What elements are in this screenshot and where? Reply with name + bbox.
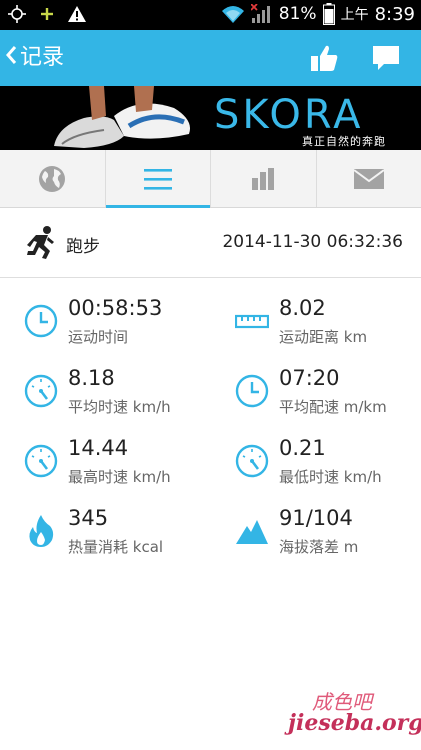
stat-max-speed: 14.44 最高时速 km/h [24,436,224,496]
activity-header: 跑步 2014-11-30 06:32:36 [0,208,421,278]
stat-value: 0.21 [279,436,326,460]
stat-calories: 345 热量消耗 kcal [24,506,224,566]
warning-icon [68,6,86,22]
stat-elevation: 91/104 海拔落差 m [235,506,421,566]
clock-icon [24,304,58,338]
ruler-icon [235,314,269,329]
tab-details[interactable] [104,150,211,208]
clock-time: 8:39 [374,3,415,25]
list-icon [143,168,172,190]
mountain-icon [236,520,268,544]
tab-map[interactable] [0,150,105,207]
globe-icon [39,165,66,192]
wifi-icon [221,6,244,23]
signal-icon [250,4,270,23]
battery-percent: 81% [278,4,317,24]
chevron-left-icon [6,46,17,64]
mail-icon [353,168,385,189]
thumbs-up-icon[interactable] [308,42,340,74]
flame-icon [29,515,54,547]
stat-value: 8.02 [279,296,326,320]
stat-min-speed: 0.21 最低时速 km/h [235,436,421,496]
stat-value: 00:58:53 [68,296,163,320]
bar-chart-icon [252,167,275,190]
stat-duration: 00:58:53 运动时间 [24,296,224,356]
title-bar: 记录 [0,30,421,86]
stat-value: 345 [68,506,109,530]
stat-label: 海拔落差 m [279,538,359,556]
stat-value: 8.18 [68,366,115,390]
stat-value: 14.44 [68,436,129,460]
stat-label: 热量消耗 kcal [68,538,164,556]
status-bar: 81% 上午 8:39 [0,0,421,30]
speedometer-icon [24,374,58,408]
tab-charts[interactable] [210,150,316,207]
runner-icon [27,226,54,259]
tab-bar [0,150,421,208]
stat-label: 运动距离 km [279,328,368,346]
stat-value: 07:20 [279,366,340,390]
activity-type: 跑步 [66,237,100,257]
brand-logo: SKORA [214,92,364,138]
speedometer-icon [24,444,58,478]
gps-icon [8,5,26,23]
stat-label: 最低时速 km/h [279,468,382,486]
clock-ampm: 上午 [340,7,369,23]
back-button[interactable]: 记录 [4,39,64,71]
tab-messages[interactable] [315,150,421,207]
plus-icon [41,8,53,20]
speedometer-icon [235,444,269,478]
ad-banner[interactable]: SKORA 真正自然的奔跑 [0,86,421,150]
clock-icon [235,374,269,408]
stat-label: 最高时速 km/h [68,468,171,486]
stat-avg-pace: 07:20 平均配速 m/km [235,366,421,426]
stat-label: 平均配速 m/km [279,398,387,416]
stat-label: 运动时间 [68,328,129,346]
brand-slogan: 真正自然的奔跑 [302,135,386,148]
activity-datetime: 2014-11-30 06:32:36 [222,232,403,252]
page-title: 记录 [20,45,65,70]
stat-avg-speed: 8.18 平均时速 km/h [24,366,224,426]
stat-value: 91/104 [279,506,353,530]
message-icon[interactable] [370,42,402,74]
stat-distance: 8.02 运动距离 km [235,296,421,356]
battery-icon [322,3,335,25]
stat-label: 平均时速 km/h [68,398,171,416]
watermark-url: jieseba.org [288,710,421,736]
